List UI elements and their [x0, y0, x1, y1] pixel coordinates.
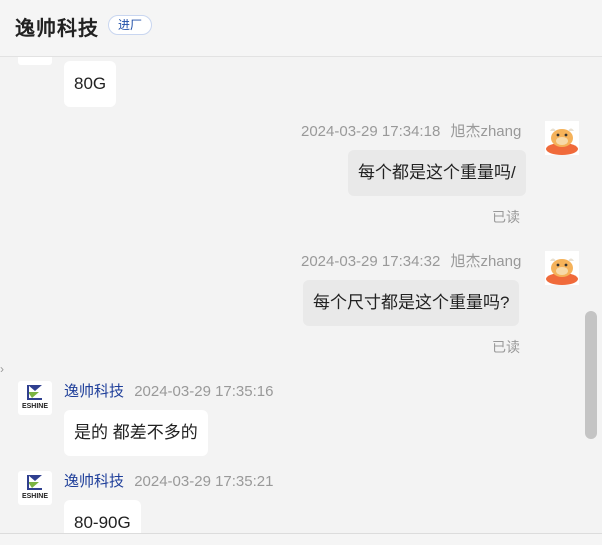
collapse-chevron-icon[interactable]: › — [0, 362, 4, 376]
message-bubble[interactable]: 每个尺寸都是这个重量吗? — [303, 280, 520, 326]
read-status: 已读 — [492, 339, 520, 355]
logo-text: ESHINE — [21, 403, 49, 410]
message-sender: 旭杰zhang — [450, 123, 522, 140]
user-avatar-icon[interactable] — [545, 121, 579, 155]
message-time: 2024-03-29 17:34:18 — [301, 123, 441, 140]
message-time: 2024-03-29 17:35:16 — [134, 383, 274, 400]
message-bubble[interactable]: 80-90G — [64, 500, 141, 533]
message-sender[interactable]: 逸帅科技 — [64, 473, 124, 490]
message-time: 2024-03-29 17:34:32 — [301, 253, 441, 270]
message-meta: 逸帅科技 2024-03-29 17:35:16 — [64, 380, 273, 401]
message-meta: 2024-03-29 17:34:18 旭杰zhang — [301, 120, 521, 141]
status-tag[interactable]: 进厂 — [108, 15, 153, 35]
scrollbar-thumb[interactable] — [585, 311, 597, 439]
message-meta: 2024-03-29 17:34:32 旭杰zhang — [301, 250, 521, 271]
company-logo-icon[interactable]: ESHINE — [18, 471, 52, 505]
input-area-edge — [0, 533, 602, 545]
message-sender[interactable]: 逸帅科技 — [64, 383, 124, 400]
message-bubble[interactable]: 是的 都差不多的 — [64, 410, 208, 456]
chat-title: 逸帅科技 — [15, 18, 99, 40]
message-bubble[interactable]: 每个都是这个重量吗/ — [348, 150, 526, 196]
message-list[interactable]: 80G 2024-03-29 17:34:18 旭杰zhang 每个都是这个重量… — [0, 57, 602, 533]
chat-header: 逸帅科技 进厂 — [0, 0, 602, 57]
message-bubble[interactable]: 80G — [64, 61, 117, 107]
message-time: 2024-03-29 17:35:21 — [134, 473, 274, 490]
read-status: 已读 — [492, 209, 520, 225]
message-meta: 逸帅科技 2024-03-29 17:35:21 — [64, 470, 273, 491]
company-logo-icon[interactable]: ESHINE — [18, 381, 52, 415]
user-avatar-icon[interactable] — [545, 251, 579, 285]
logo-text: ESHINE — [21, 493, 49, 500]
message-sender: 旭杰zhang — [450, 253, 522, 270]
company-avatar — [18, 57, 52, 65]
